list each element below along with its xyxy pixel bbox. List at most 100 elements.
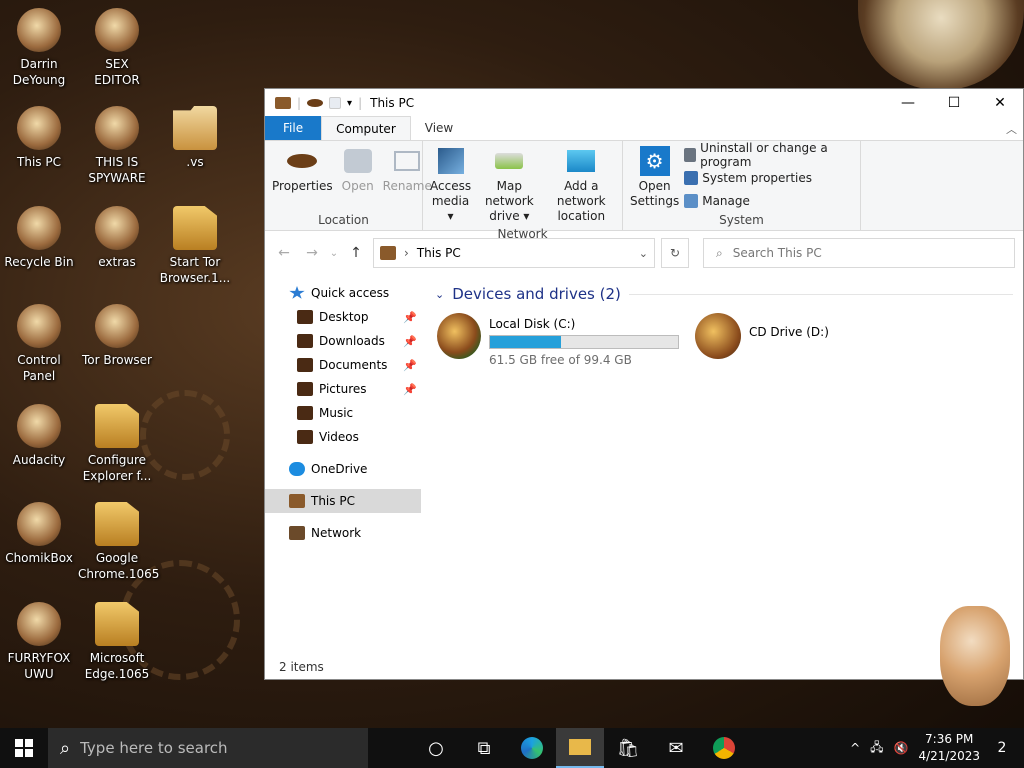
- drive-name: Local Disk (C:): [489, 317, 576, 331]
- nav-item[interactable]: Desktop 📌: [265, 305, 421, 329]
- network-icon[interactable]: 🖧: [870, 738, 883, 759]
- back-arrow-icon[interactable]: ←: [273, 245, 295, 261]
- map-network-drive-button[interactable]: Map network drive ▾: [476, 143, 542, 226]
- notification-button[interactable]: 2: [990, 736, 1014, 760]
- mail-icon[interactable]: ✉: [652, 728, 700, 768]
- nav-item-label: Network: [311, 526, 362, 540]
- address-bar[interactable]: › This PC ⌄: [373, 238, 655, 268]
- taskbar-search-input[interactable]: ⌕ Type here to search: [48, 728, 368, 768]
- task-view-icon[interactable]: ⧉: [460, 728, 508, 768]
- desktop-icon-label: FURRYFOX UWU: [7, 651, 71, 681]
- nav-item-label: Downloads: [319, 334, 385, 348]
- add-network-location-button[interactable]: Add a network location: [545, 143, 618, 226]
- ribbon-group-system: ⚙ Open Settings Uninstall or change a pr…: [623, 141, 861, 230]
- nav-item[interactable]: Documents 📌: [265, 353, 421, 377]
- nav-item[interactable]: Videos: [265, 425, 421, 449]
- pin-icon: 📌: [403, 358, 417, 372]
- desktop-icon[interactable]: Google Chrome.1065: [78, 502, 159, 582]
- title-bar[interactable]: | ▾ | This PC — ☐ ✕: [265, 89, 1023, 117]
- nav-item[interactable]: Music: [265, 401, 421, 425]
- desktop-icon[interactable]: FURRYFOX UWU: [0, 602, 78, 682]
- clock-date: 4/21/2023: [918, 749, 980, 763]
- tab-file[interactable]: File: [265, 116, 322, 140]
- steampunk-figure-icon: [17, 8, 61, 52]
- close-button[interactable]: ✕: [977, 89, 1023, 117]
- desktop-icon[interactable]: This PC: [0, 106, 78, 170]
- desktop-icon[interactable]: Start Tor Browser.1...: [156, 206, 234, 286]
- search-input[interactable]: ⌕ Search This PC: [703, 238, 1015, 268]
- cortana-icon[interactable]: ○: [412, 728, 460, 768]
- access-media-button[interactable]: Access media ▾: [427, 143, 474, 226]
- computer-management-icon: [684, 194, 699, 208]
- system-properties-button[interactable]: System properties: [684, 168, 856, 188]
- breadcrumb[interactable]: This PC: [417, 246, 461, 260]
- window-controls: — ☐ ✕: [885, 89, 1023, 117]
- desktop-icon[interactable]: Tor Browser: [78, 304, 156, 368]
- chrome-icon[interactable]: [700, 728, 748, 768]
- nav-item-label: Quick access: [311, 286, 390, 300]
- manage-button[interactable]: Manage: [684, 191, 856, 211]
- nav-item[interactable]: Quick access: [265, 281, 421, 305]
- nav-item-label: Desktop: [319, 310, 369, 324]
- properties-button[interactable]: Properties: [269, 143, 336, 212]
- nav-item-label: Documents: [319, 358, 388, 372]
- group-label-system: System: [719, 213, 764, 227]
- desktop-icon[interactable]: extras: [78, 206, 156, 270]
- desktop-icon[interactable]: Microsoft Edge.1065: [78, 602, 156, 682]
- properties-icon[interactable]: [307, 99, 324, 107]
- nav-item[interactable]: Pictures 📌: [265, 377, 421, 401]
- desktop-icon[interactable]: Configure Explorer f...: [78, 404, 156, 484]
- new-folder-icon[interactable]: [329, 97, 342, 109]
- window-title: This PC: [370, 96, 415, 110]
- pin-icon: 📌: [403, 310, 417, 324]
- chevron-up-icon[interactable]: ︿: [1006, 121, 1017, 137]
- divider: [628, 293, 1013, 295]
- nav-item-label: Music: [319, 406, 354, 420]
- desktop-icon[interactable]: ChomikBox: [0, 502, 78, 566]
- drive-item[interactable]: CD Drive (D:): [693, 311, 939, 369]
- file-explorer-icon[interactable]: [556, 728, 604, 768]
- uninstall-program-button[interactable]: Uninstall or change a program: [684, 141, 856, 169]
- search-placeholder: Search This PC: [732, 246, 822, 260]
- maximize-button[interactable]: ☐: [931, 89, 977, 117]
- clock[interactable]: 7:36 PM 4/21/2023: [918, 731, 980, 765]
- chevron-down-icon[interactable]: ⌄: [329, 248, 339, 259]
- taskbar: ⌕ Type here to search ○ ⧉ 🛍 ✉ ^ 🖧 🔇 7:36…: [0, 728, 1024, 768]
- file-icon: [95, 502, 139, 546]
- forward-arrow-icon[interactable]: →: [301, 245, 323, 261]
- nav-item[interactable]: This PC: [265, 489, 421, 513]
- refresh-button[interactable]: ↻: [661, 238, 689, 268]
- chevron-down-icon[interactable]: ⌄: [639, 247, 648, 260]
- tab-view[interactable]: View: [411, 116, 467, 140]
- volume-muted-icon[interactable]: 🔇: [894, 741, 909, 755]
- desktop-icon[interactable]: Audacity: [0, 404, 78, 468]
- desktop-icon[interactable]: THIS IS SPYWARE: [78, 106, 156, 186]
- media-icon: [434, 145, 468, 177]
- folder-icon: [297, 310, 313, 324]
- edge-icon[interactable]: [508, 728, 556, 768]
- store-icon[interactable]: 🛍: [604, 728, 652, 768]
- desktop-icon[interactable]: SEX EDITOR: [78, 8, 156, 88]
- ribbon-tabs: File Computer View ︿: [265, 116, 1023, 141]
- chevron-up-icon[interactable]: ^: [850, 741, 860, 755]
- desktop-icon[interactable]: Darrin DeYoung: [0, 8, 78, 88]
- open-button[interactable]: Open: [338, 143, 378, 212]
- drive-item[interactable]: Local Disk (C:) 61.5 GB free of 99.4 GB: [435, 311, 681, 369]
- pin-icon: 📌: [403, 382, 417, 396]
- taskbar-search-placeholder: Type here to search: [80, 739, 228, 757]
- nav-item[interactable]: Downloads 📌: [265, 329, 421, 353]
- start-button[interactable]: [0, 728, 48, 768]
- content-area: Quick access Desktop 📌 Downloads 📌 Documents 📌…: [265, 275, 1023, 669]
- nav-item[interactable]: OneDrive: [265, 457, 421, 481]
- devices-section-header[interactable]: ⌄ Devices and drives (2): [435, 283, 1023, 305]
- nav-item[interactable]: Network: [265, 521, 421, 545]
- desktop-icon[interactable]: .vs: [156, 106, 234, 170]
- up-arrow-icon[interactable]: ↑: [345, 245, 367, 261]
- customize-qat-icon[interactable]: ▾: [347, 98, 352, 109]
- desktop-icon[interactable]: Recycle Bin: [0, 206, 78, 270]
- desktop-icon[interactable]: Control Panel: [0, 304, 78, 384]
- tab-computer[interactable]: Computer: [321, 116, 411, 140]
- desktop-icon-label: THIS IS SPYWARE: [88, 155, 146, 185]
- minimize-button[interactable]: —: [885, 89, 931, 117]
- open-settings-button[interactable]: ⚙ Open Settings: [627, 143, 682, 212]
